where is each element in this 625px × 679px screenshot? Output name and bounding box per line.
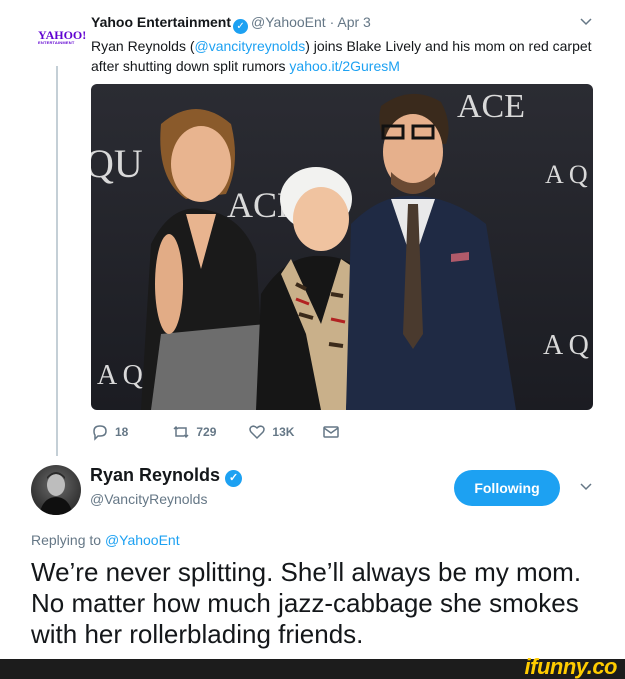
main-tweet-text: We’re never splitting. She’ll always be … (31, 557, 582, 649)
quoted-tweet-date[interactable]: Apr 3 (337, 14, 370, 30)
article-link[interactable]: yahoo.it/2GuresM (289, 58, 400, 74)
author-name[interactable]: Ryan Reynolds (90, 465, 220, 485)
quoted-author-handle[interactable]: @YahooEnt (251, 14, 326, 30)
replying-to: Replying to @YahooEnt (31, 532, 180, 548)
retweet-action[interactable]: 729 (172, 423, 216, 441)
avatar-portrait (39, 472, 73, 515)
chevron-down-icon[interactable] (579, 14, 593, 28)
retweet-count: 729 (196, 425, 217, 439)
replying-prefix: Replying to (31, 532, 105, 548)
thread-line (56, 66, 58, 456)
quoted-tweet-text: Ryan Reynolds (@vancityreynolds) joins B… (91, 36, 601, 76)
like-count: 13K (272, 425, 295, 439)
ryan-reynolds-avatar[interactable] (31, 465, 81, 515)
quoted-text-before: Ryan Reynolds ( (91, 38, 195, 54)
direct-message-action[interactable] (322, 423, 346, 441)
replying-to-link[interactable]: @YahooEnt (105, 532, 180, 548)
chevron-down-icon[interactable] (579, 479, 593, 493)
people-illustration (141, 93, 516, 410)
quoted-tweet-header: Yahoo Entertainment ✓ @YahooEnt · Apr 3 (91, 14, 371, 34)
watermark-bar: ifunny.co (0, 654, 625, 679)
meta-separator: · (325, 14, 338, 30)
red-carpet-photo[interactable]: ACE QU ACE A Q A Q A Q (91, 84, 593, 410)
quoted-tweet-actions: 18 729 13K (91, 422, 374, 442)
author-name-row: Ryan Reynolds ✓ (90, 465, 245, 487)
yahoo-entertainment-avatar[interactable]: YAHOO! ENTERTAINMENT (38, 29, 86, 48)
yahoo-logo-subtext: ENTERTAINMENT (38, 40, 75, 45)
like-action[interactable]: 13K (248, 423, 294, 441)
following-button[interactable]: Following (454, 470, 560, 506)
verified-badge-icon: ✓ (233, 19, 249, 34)
retweet-icon (173, 425, 189, 439)
envelope-icon (323, 426, 340, 438)
ifunny-watermark: ifunny.co (524, 654, 618, 679)
heart-icon (249, 425, 266, 440)
reply-action[interactable]: 18 (91, 423, 128, 441)
reply-icon (93, 425, 107, 441)
reply-count: 18 (115, 425, 129, 439)
author-handle[interactable]: @VancityReynolds (90, 491, 207, 507)
verified-badge-icon: ✓ (225, 470, 243, 487)
mention-link[interactable]: @vancityreynolds (195, 38, 306, 54)
quoted-tweet: YAHOO! ENTERTAINMENT Yahoo Entertainment… (0, 0, 625, 456)
main-tweet: Ryan Reynolds ✓ @VancityReynolds Followin… (0, 455, 625, 679)
quoted-author-name[interactable]: Yahoo Entertainment (91, 14, 231, 30)
